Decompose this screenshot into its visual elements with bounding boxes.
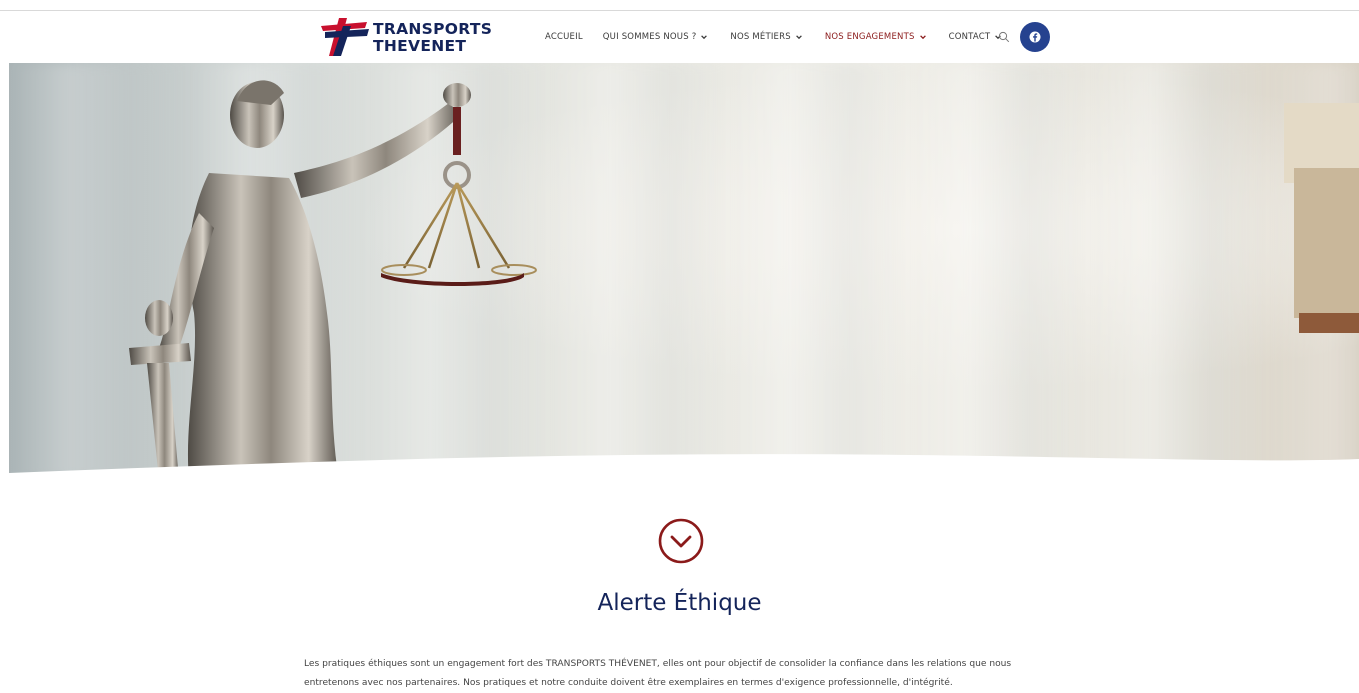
nav-item-nos-metiers[interactable]: NOS MÉTIERS — [730, 11, 802, 63]
chevron-down-icon — [795, 35, 802, 40]
nav-label: QUI SOMMES NOUS ? — [602, 32, 697, 42]
nav-label: NOS ENGAGEMENTS — [824, 32, 915, 42]
chevron-down-circle-icon[interactable] — [657, 517, 705, 565]
brand-line1: TRANSPORTS — [373, 20, 493, 38]
brand-name: TRANSPORTS THEVENET — [373, 21, 492, 55]
brand-logo[interactable]: TRANSPORTS THEVENET — [317, 18, 497, 58]
main-nav: ACCUEIL QUI SOMMES NOUS ? NOS MÉTIERS NO… — [545, 11, 1002, 63]
nav-item-qui-sommes-nous[interactable]: QUI SOMMES NOUS ? — [603, 11, 709, 63]
hero-image — [9, 63, 1359, 480]
nav-item-contact[interactable]: CONTACT — [949, 11, 1003, 63]
lady-justice-statue — [129, 80, 1359, 480]
brand-line2: THEVENET — [373, 37, 467, 55]
site-header: TRANSPORTS THEVENET ACCUEIL QUI SOMMES N… — [0, 11, 1359, 63]
nav-label: CONTACT — [948, 32, 991, 42]
chevron-down-icon — [919, 35, 926, 40]
nav-item-nos-engagements[interactable]: NOS ENGAGEMENTS — [825, 11, 927, 63]
facebook-button[interactable] — [1020, 22, 1050, 52]
nav-label: NOS MÉTIERS — [730, 32, 791, 42]
chevron-down-icon — [701, 35, 708, 40]
intro-paragraph: Les pratiques éthiques sont un engagemen… — [304, 659, 1012, 688]
facebook-icon — [1029, 31, 1041, 43]
hero-wave-divider — [9, 454, 1359, 480]
search-icon[interactable] — [998, 31, 1010, 43]
section-title: Alerte Éthique — [597, 590, 762, 616]
logo-mark-icon — [321, 18, 369, 56]
nav-item-accueil[interactable]: ACCUEIL — [545, 11, 583, 63]
nav-label: ACCUEIL — [545, 32, 583, 42]
